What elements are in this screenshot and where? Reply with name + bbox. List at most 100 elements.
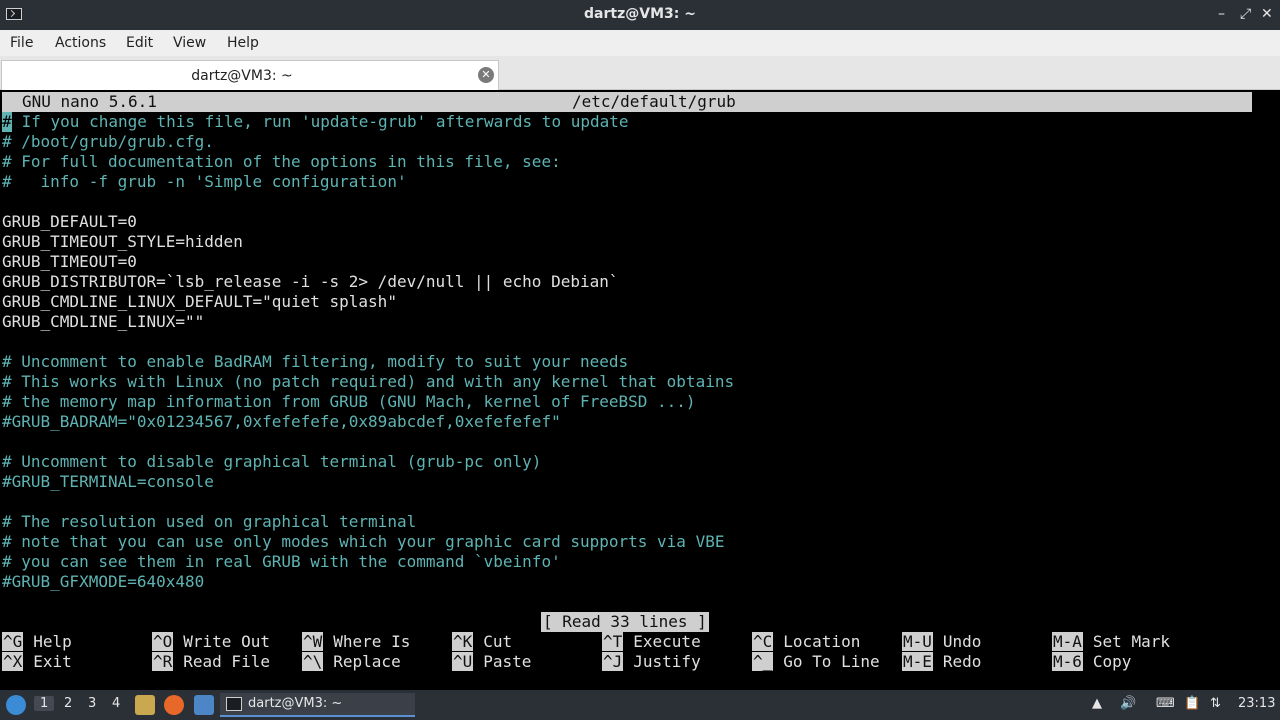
shortcut-exit[interactable]: ^X Exit (2, 652, 72, 672)
arrow-up-icon[interactable]: ▲ (1092, 696, 1102, 711)
shortcut-where-is[interactable]: ^W Where Is (302, 632, 410, 652)
task-label: dartz@VM3: ~ (248, 696, 343, 711)
nano-version: GNU nano 5.6.1 (22, 92, 157, 111)
shortcut-help[interactable]: ^G Help (2, 632, 72, 652)
shortcut-key: ^C (752, 632, 774, 651)
editor-line: # note that you can use only modes which… (2, 532, 725, 551)
editor-line: #GRUB_BADRAM="0x01234567,0xfefefefe,0x89… (2, 412, 561, 431)
menu-edit[interactable]: Edit (126, 35, 153, 51)
taskbar: 1 2 3 4 dartz@VM3: ~ ▲ 🔊 ⌨ 📋 ⇅ 23:13 (0, 690, 1280, 720)
start-menu-icon[interactable] (6, 695, 26, 715)
editor-line: # you can see them in real GRUB with the… (2, 552, 561, 571)
shortcut-key: ^T (602, 632, 624, 651)
shortcut-label: Go To Line (783, 652, 880, 671)
close-button[interactable]: ✕ (1261, 6, 1273, 22)
editor-line: # Uncomment to disable graphical termina… (2, 452, 542, 471)
shortcut-label: Copy (1092, 652, 1132, 671)
minimize-button[interactable]: – (1218, 6, 1225, 22)
shortcut-execute[interactable]: ^T Execute (602, 632, 701, 652)
firefox-icon[interactable] (164, 695, 184, 715)
shortcut-label: Exit (33, 652, 72, 671)
nano-header: GNU nano 5.6.1 /etc/default/grub (2, 92, 1252, 112)
shortcut-label: Execute (633, 632, 701, 651)
menu-bar: File Actions Edit View Help (0, 30, 1280, 56)
file-manager-icon[interactable] (135, 695, 155, 715)
shortcut-read-file[interactable]: ^R Read File (152, 652, 270, 672)
menu-file[interactable]: File (10, 35, 33, 51)
clock: 23:13 (1238, 696, 1276, 711)
shortcut-key: ^W (302, 632, 324, 651)
editor-line: # info -f grub -n 'Simple configuration' (2, 172, 407, 191)
shortcut-set-mark[interactable]: M-A Set Mark (1052, 632, 1170, 652)
window-title: dartz@VM3: ~ (584, 6, 696, 22)
shortcut-key: ^\ (302, 652, 324, 671)
shortcut-label: Cut (483, 632, 513, 651)
clipboard-icon[interactable]: 📋 (1184, 696, 1200, 711)
workspace-3[interactable]: 3 (88, 696, 96, 711)
terminal-task-icon (226, 697, 242, 711)
shortcut-label: Undo (942, 632, 982, 651)
shortcut-key: ^X (2, 652, 24, 671)
shortcut-label: Paste (483, 652, 532, 671)
nano-filename: /etc/default/grub (572, 92, 736, 111)
workspace-4[interactable]: 4 (112, 696, 120, 711)
maximize-button[interactable]: ⤢ (1240, 6, 1251, 22)
shortcut-key: ^R (152, 652, 174, 671)
shortcut-key: ^U (452, 652, 474, 671)
shortcut-label: Help (33, 632, 72, 651)
shortcut-replace[interactable]: ^\ Replace (302, 652, 401, 672)
terminal-area[interactable]: GNU nano 5.6.1 /etc/default/grub # If yo… (0, 90, 1280, 690)
editor-line: # the memory map information from GRUB (… (2, 392, 696, 411)
editor-line: GRUB_CMDLINE_LINUX_DEFAULT="quiet splash… (2, 292, 397, 311)
shortcut-write-out[interactable]: ^O Write Out (152, 632, 270, 652)
shortcut-label: Read File (183, 652, 270, 671)
shortcut-key: ^_ (752, 652, 774, 671)
editor-line: # For full documentation of the options … (2, 152, 561, 171)
editor-line: GRUB_DEFAULT=0 (2, 212, 137, 231)
editor-line: # The resolution used on graphical termi… (2, 512, 417, 531)
shortcut-redo[interactable]: M-E Redo (902, 652, 981, 672)
nano-status: [ Read 33 lines ] (541, 612, 709, 632)
title-bar: dartz@VM3: ~ – ⤢ ✕ (0, 0, 1280, 30)
editor-line: # Uncomment to enable BadRAM filtering, … (2, 352, 629, 371)
keyboard-icon[interactable]: ⌨ (1156, 696, 1175, 711)
tab-close-icon[interactable]: ✕ (478, 67, 494, 83)
shortcut-label: Redo (942, 652, 982, 671)
volume-icon[interactable]: 🔊 (1120, 696, 1136, 711)
taskbar-task-terminal[interactable]: dartz@VM3: ~ (220, 693, 415, 717)
shortcut-key: ^J (602, 652, 624, 671)
shortcut-go-to-line[interactable]: ^_ Go To Line (752, 652, 880, 672)
editor-line: GRUB_DISTRIBUTOR=`lsb_release -i -s 2> /… (2, 272, 619, 291)
shortcut-key: ^K (452, 632, 474, 651)
shortcut-cut[interactable]: ^K Cut (452, 632, 512, 652)
workspace-2[interactable]: 2 (64, 696, 72, 711)
tab-terminal[interactable]: dartz@VM3: ~ ✕ (1, 60, 499, 90)
shortcut-location[interactable]: ^C Location (752, 632, 860, 652)
workspace-1[interactable]: 1 (34, 696, 55, 711)
tab-label: dartz@VM3: ~ (191, 68, 293, 84)
desktop-icon[interactable] (194, 695, 214, 715)
shortcut-key: M-A (1052, 632, 1083, 651)
shortcut-label: Where Is (333, 632, 411, 651)
editor-line: GRUB_CMDLINE_LINUX="" (2, 312, 205, 331)
shortcut-key: ^O (152, 632, 174, 651)
editor-line: GRUB_TIMEOUT_STYLE=hidden (2, 232, 243, 251)
shortcut-undo[interactable]: M-U Undo (902, 632, 981, 652)
shortcut-justify[interactable]: ^J Justify (602, 652, 701, 672)
text-cursor: # (2, 112, 12, 132)
menu-view[interactable]: View (173, 35, 206, 51)
editor-line: #GRUB_TERMINAL=console (2, 472, 214, 491)
shortcut-label: Replace (333, 652, 401, 671)
editor-line: GRUB_TIMEOUT=0 (2, 252, 137, 271)
network-icon[interactable]: ⇅ (1210, 696, 1221, 711)
editor-line: #GRUB_GFXMODE=640x480 (2, 572, 205, 591)
shortcut-label: Justify (633, 652, 701, 671)
shortcut-label: Set Mark (1092, 632, 1170, 651)
menu-help[interactable]: Help (227, 35, 259, 51)
menu-actions[interactable]: Actions (55, 35, 106, 51)
shortcut-label: Location (783, 632, 861, 651)
shortcut-paste[interactable]: ^U Paste (452, 652, 531, 672)
shortcut-key: M-6 (1052, 652, 1083, 671)
shortcut-label: Write Out (183, 632, 270, 651)
shortcut-copy[interactable]: M-6 Copy (1052, 652, 1131, 672)
